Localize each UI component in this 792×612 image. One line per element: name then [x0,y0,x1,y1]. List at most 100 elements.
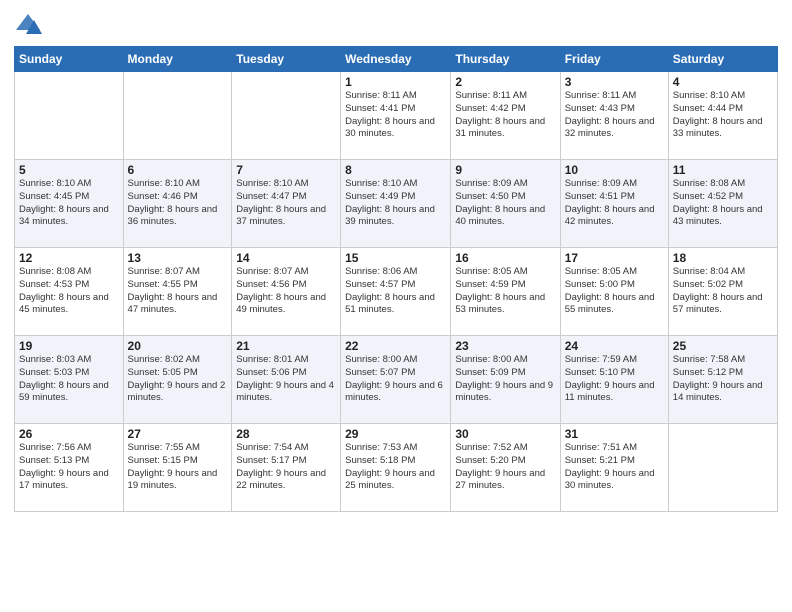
day-number: 11 [673,163,773,177]
day-number: 9 [455,163,555,177]
col-header-thursday: Thursday [451,47,560,72]
calendar-cell [232,72,341,160]
day-number: 23 [455,339,555,353]
day-number: 12 [19,251,119,265]
day-number: 10 [565,163,664,177]
day-info: Sunrise: 8:00 AM Sunset: 5:07 PM Dayligh… [345,354,446,405]
header [14,10,778,38]
calendar-week-row: 5Sunrise: 8:10 AM Sunset: 4:45 PM Daylig… [15,160,778,248]
day-number: 27 [128,427,228,441]
calendar-cell: 27Sunrise: 7:55 AM Sunset: 5:15 PM Dayli… [123,424,232,512]
day-number: 25 [673,339,773,353]
day-info: Sunrise: 7:54 AM Sunset: 5:17 PM Dayligh… [236,442,336,493]
day-info: Sunrise: 8:10 AM Sunset: 4:46 PM Dayligh… [128,178,228,229]
day-info: Sunrise: 8:09 AM Sunset: 4:51 PM Dayligh… [565,178,664,229]
day-number: 5 [19,163,119,177]
day-number: 24 [565,339,664,353]
calendar-cell: 3Sunrise: 8:11 AM Sunset: 4:43 PM Daylig… [560,72,668,160]
day-info: Sunrise: 8:08 AM Sunset: 4:52 PM Dayligh… [673,178,773,229]
calendar-cell: 24Sunrise: 7:59 AM Sunset: 5:10 PM Dayli… [560,336,668,424]
day-number: 17 [565,251,664,265]
day-info: Sunrise: 8:11 AM Sunset: 4:43 PM Dayligh… [565,90,664,141]
page: SundayMondayTuesdayWednesdayThursdayFrid… [0,0,792,612]
calendar-cell [15,72,124,160]
calendar-cell: 8Sunrise: 8:10 AM Sunset: 4:49 PM Daylig… [341,160,451,248]
calendar-cell: 12Sunrise: 8:08 AM Sunset: 4:53 PM Dayli… [15,248,124,336]
day-info: Sunrise: 7:56 AM Sunset: 5:13 PM Dayligh… [19,442,119,493]
day-info: Sunrise: 8:04 AM Sunset: 5:02 PM Dayligh… [673,266,773,317]
day-info: Sunrise: 7:51 AM Sunset: 5:21 PM Dayligh… [565,442,664,493]
calendar-cell: 28Sunrise: 7:54 AM Sunset: 5:17 PM Dayli… [232,424,341,512]
calendar-cell: 29Sunrise: 7:53 AM Sunset: 5:18 PM Dayli… [341,424,451,512]
day-info: Sunrise: 8:09 AM Sunset: 4:50 PM Dayligh… [455,178,555,229]
calendar-cell: 10Sunrise: 8:09 AM Sunset: 4:51 PM Dayli… [560,160,668,248]
day-number: 28 [236,427,336,441]
day-number: 20 [128,339,228,353]
day-info: Sunrise: 8:11 AM Sunset: 4:41 PM Dayligh… [345,90,446,141]
day-number: 15 [345,251,446,265]
day-number: 8 [345,163,446,177]
calendar-cell: 19Sunrise: 8:03 AM Sunset: 5:03 PM Dayli… [15,336,124,424]
day-info: Sunrise: 8:03 AM Sunset: 5:03 PM Dayligh… [19,354,119,405]
calendar-cell: 1Sunrise: 8:11 AM Sunset: 4:41 PM Daylig… [341,72,451,160]
day-number: 2 [455,75,555,89]
col-header-friday: Friday [560,47,668,72]
day-info: Sunrise: 8:00 AM Sunset: 5:09 PM Dayligh… [455,354,555,405]
day-number: 6 [128,163,228,177]
calendar-cell: 2Sunrise: 8:11 AM Sunset: 4:42 PM Daylig… [451,72,560,160]
calendar-cell: 7Sunrise: 8:10 AM Sunset: 4:47 PM Daylig… [232,160,341,248]
calendar-cell: 20Sunrise: 8:02 AM Sunset: 5:05 PM Dayli… [123,336,232,424]
day-info: Sunrise: 7:55 AM Sunset: 5:15 PM Dayligh… [128,442,228,493]
day-number: 18 [673,251,773,265]
day-info: Sunrise: 7:53 AM Sunset: 5:18 PM Dayligh… [345,442,446,493]
day-info: Sunrise: 8:07 AM Sunset: 4:56 PM Dayligh… [236,266,336,317]
calendar-week-row: 19Sunrise: 8:03 AM Sunset: 5:03 PM Dayli… [15,336,778,424]
day-info: Sunrise: 8:10 AM Sunset: 4:44 PM Dayligh… [673,90,773,141]
day-number: 31 [565,427,664,441]
calendar-cell: 25Sunrise: 7:58 AM Sunset: 5:12 PM Dayli… [668,336,777,424]
day-number: 26 [19,427,119,441]
day-info: Sunrise: 8:07 AM Sunset: 4:55 PM Dayligh… [128,266,228,317]
day-number: 1 [345,75,446,89]
day-number: 7 [236,163,336,177]
logo [14,10,46,38]
calendar-week-row: 12Sunrise: 8:08 AM Sunset: 4:53 PM Dayli… [15,248,778,336]
day-number: 22 [345,339,446,353]
day-info: Sunrise: 7:52 AM Sunset: 5:20 PM Dayligh… [455,442,555,493]
day-number: 16 [455,251,555,265]
day-number: 29 [345,427,446,441]
day-info: Sunrise: 8:06 AM Sunset: 4:57 PM Dayligh… [345,266,446,317]
calendar-header-row: SundayMondayTuesdayWednesdayThursdayFrid… [15,47,778,72]
calendar-cell: 11Sunrise: 8:08 AM Sunset: 4:52 PM Dayli… [668,160,777,248]
day-info: Sunrise: 8:11 AM Sunset: 4:42 PM Dayligh… [455,90,555,141]
day-info: Sunrise: 8:10 AM Sunset: 4:49 PM Dayligh… [345,178,446,229]
day-number: 4 [673,75,773,89]
day-number: 30 [455,427,555,441]
col-header-saturday: Saturday [668,47,777,72]
day-info: Sunrise: 8:10 AM Sunset: 4:47 PM Dayligh… [236,178,336,229]
day-info: Sunrise: 7:58 AM Sunset: 5:12 PM Dayligh… [673,354,773,405]
calendar-table: SundayMondayTuesdayWednesdayThursdayFrid… [14,46,778,512]
calendar-week-row: 1Sunrise: 8:11 AM Sunset: 4:41 PM Daylig… [15,72,778,160]
col-header-sunday: Sunday [15,47,124,72]
calendar-cell: 13Sunrise: 8:07 AM Sunset: 4:55 PM Dayli… [123,248,232,336]
calendar-cell: 6Sunrise: 8:10 AM Sunset: 4:46 PM Daylig… [123,160,232,248]
calendar-cell [123,72,232,160]
calendar-cell: 14Sunrise: 8:07 AM Sunset: 4:56 PM Dayli… [232,248,341,336]
calendar-cell: 18Sunrise: 8:04 AM Sunset: 5:02 PM Dayli… [668,248,777,336]
day-info: Sunrise: 7:59 AM Sunset: 5:10 PM Dayligh… [565,354,664,405]
calendar-week-row: 26Sunrise: 7:56 AM Sunset: 5:13 PM Dayli… [15,424,778,512]
day-number: 13 [128,251,228,265]
col-header-monday: Monday [123,47,232,72]
day-info: Sunrise: 8:01 AM Sunset: 5:06 PM Dayligh… [236,354,336,405]
day-info: Sunrise: 8:02 AM Sunset: 5:05 PM Dayligh… [128,354,228,405]
col-header-tuesday: Tuesday [232,47,341,72]
day-number: 21 [236,339,336,353]
day-number: 19 [19,339,119,353]
col-header-wednesday: Wednesday [341,47,451,72]
calendar-cell: 9Sunrise: 8:09 AM Sunset: 4:50 PM Daylig… [451,160,560,248]
calendar-cell: 16Sunrise: 8:05 AM Sunset: 4:59 PM Dayli… [451,248,560,336]
calendar-cell [668,424,777,512]
day-info: Sunrise: 8:05 AM Sunset: 4:59 PM Dayligh… [455,266,555,317]
day-info: Sunrise: 8:05 AM Sunset: 5:00 PM Dayligh… [565,266,664,317]
